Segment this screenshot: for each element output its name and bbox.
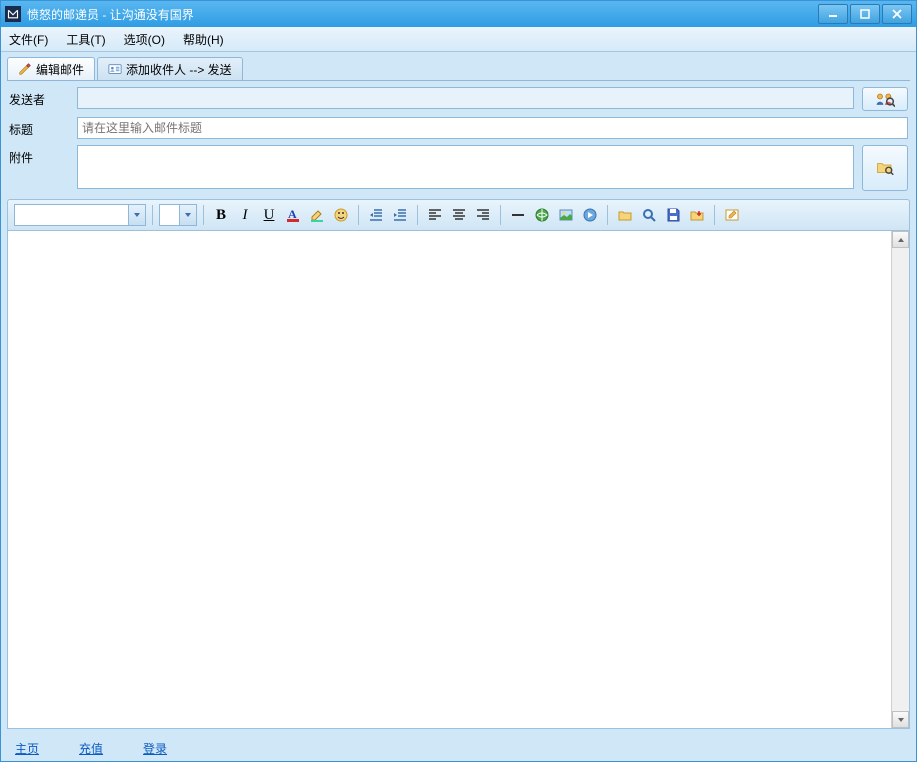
svg-text:A: A: [288, 207, 297, 221]
tab-bar: 编辑邮件 添加收件人 --> 发送: [1, 52, 916, 80]
media-button[interactable]: [579, 204, 601, 226]
minimize-button[interactable]: [818, 4, 848, 24]
menu-bar: 文件(F) 工具(T) 选项(O) 帮助(H): [1, 27, 916, 52]
color-combo[interactable]: [159, 204, 197, 226]
menu-tools[interactable]: 工具(T): [66, 31, 105, 48]
folder-search-icon: [875, 159, 895, 177]
image-button[interactable]: [555, 204, 577, 226]
menu-options[interactable]: 选项(O): [124, 31, 165, 48]
tab-label: 编辑邮件: [36, 61, 84, 78]
maximize-button[interactable]: [850, 4, 880, 24]
bold-button[interactable]: B: [210, 204, 232, 226]
form-area: 发送者 标题 附件: [1, 81, 916, 195]
subject-label: 标题: [9, 117, 69, 138]
vertical-scrollbar[interactable]: [891, 231, 909, 728]
scroll-up-button[interactable]: [892, 231, 909, 248]
tab-edit-mail[interactable]: 编辑邮件: [7, 57, 95, 80]
sender-row: 发送者: [9, 87, 908, 111]
sender-input[interactable]: [77, 87, 854, 109]
chevron-down-icon: [179, 205, 196, 225]
login-link[interactable]: 登录: [143, 740, 167, 757]
attachment-input[interactable]: [77, 145, 854, 189]
close-button[interactable]: [882, 4, 912, 24]
italic-button[interactable]: I: [234, 204, 256, 226]
subject-input[interactable]: [77, 117, 908, 139]
tab-add-recipients-send[interactable]: 添加收件人 --> 发送: [97, 57, 243, 80]
subject-row: 标题: [9, 117, 908, 139]
home-link[interactable]: 主页: [15, 740, 39, 757]
scroll-down-button[interactable]: [892, 711, 909, 728]
title-bar: 愤怒的邮递员 - 让沟通没有国界: [1, 1, 916, 27]
menu-help[interactable]: 帮助(H): [183, 31, 224, 48]
horizontal-rule-button[interactable]: [507, 204, 529, 226]
attachment-label: 附件: [9, 145, 69, 166]
chevron-down-icon: [128, 205, 145, 225]
menu-file[interactable]: 文件(F): [9, 31, 48, 48]
app-window: 愤怒的邮递员 - 让沟通没有国界 文件(F) 工具(T) 选项(O) 帮助(H)…: [0, 0, 917, 762]
editor-toolbar: B I U A: [7, 199, 910, 231]
sender-lookup-button[interactable]: [862, 87, 908, 111]
save-button[interactable]: [662, 204, 684, 226]
open-button[interactable]: [614, 204, 636, 226]
sender-label: 发送者: [9, 87, 69, 108]
align-center-button[interactable]: [448, 204, 470, 226]
outdent-button[interactable]: [365, 204, 387, 226]
app-title: 愤怒的邮递员 - 让沟通没有国界: [27, 6, 194, 23]
edit-button[interactable]: [721, 204, 743, 226]
highlight-button[interactable]: [306, 204, 328, 226]
font-family-combo[interactable]: [14, 204, 146, 226]
emoji-button[interactable]: [330, 204, 352, 226]
align-right-button[interactable]: [472, 204, 494, 226]
font-color-button[interactable]: A: [282, 204, 304, 226]
attachment-browse-button[interactable]: [862, 145, 908, 191]
link-button[interactable]: [531, 204, 553, 226]
find-button[interactable]: [638, 204, 660, 226]
editor-body[interactable]: [7, 231, 910, 729]
tab-label: 添加收件人 --> 发送: [126, 61, 232, 78]
recharge-link[interactable]: 充值: [79, 740, 103, 757]
address-card-icon: [108, 62, 122, 76]
footer-links: 主页 充值 登录: [1, 735, 916, 761]
attach-file-button[interactable]: [686, 204, 708, 226]
app-icon: [5, 6, 21, 22]
align-left-button[interactable]: [424, 204, 446, 226]
underline-button[interactable]: U: [258, 204, 280, 226]
pencil-icon: [18, 62, 32, 76]
attachment-row: 附件: [9, 145, 908, 191]
person-search-icon: [875, 90, 895, 108]
indent-button[interactable]: [389, 204, 411, 226]
